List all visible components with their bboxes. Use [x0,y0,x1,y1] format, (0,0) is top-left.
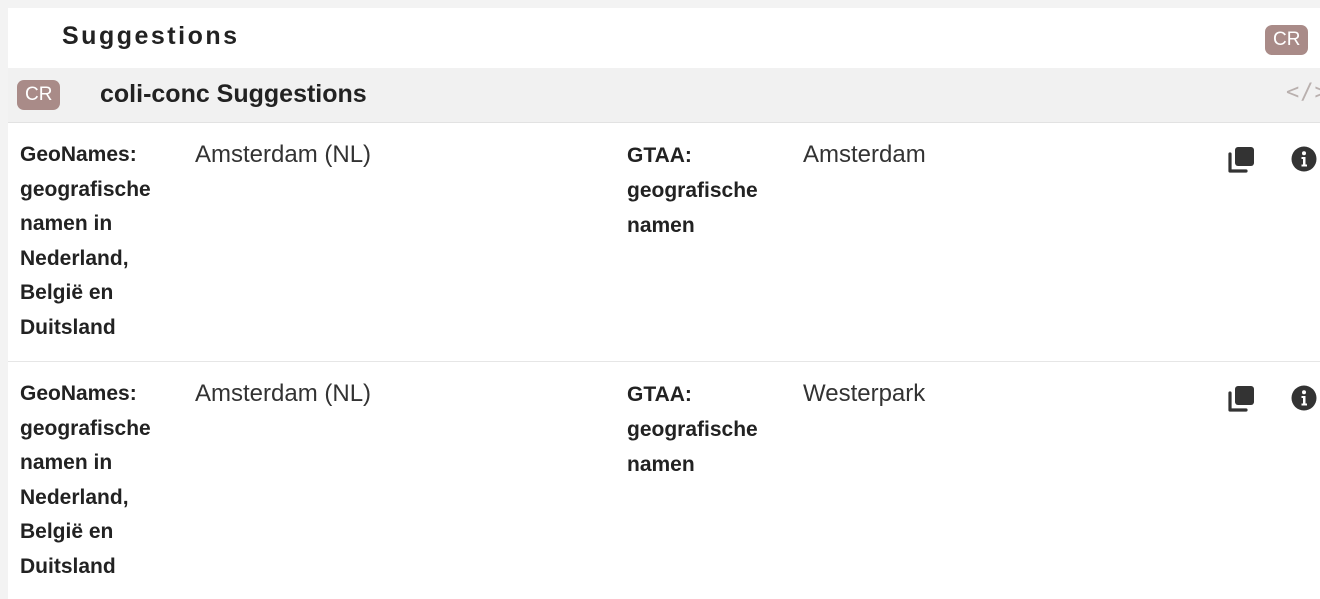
info-icon[interactable] [1291,146,1317,172]
target-concept[interactable]: Westerpark [803,377,925,411]
source-concept[interactable]: Amsterdam (NL) [195,138,371,172]
section-header: CR coli-conc Suggestions </> [8,68,1320,123]
target-scheme: GTAA: geografische namen [627,144,758,237]
target-scheme: GTAA: geografische namen [627,383,758,476]
copy-icon[interactable] [1228,145,1256,173]
source-concept[interactable]: Amsterdam (NL) [195,377,371,411]
code-icon[interactable]: </> [1286,80,1320,105]
section-cr-badge: CR [17,80,61,110]
info-icon[interactable] [1291,385,1317,411]
source-scheme: GeoNames: geografische namen in Nederlan… [20,143,151,339]
cr-badge[interactable]: CR [1265,25,1309,55]
suggestions-panel: Suggestions CR CR coli-conc Suggestions … [8,8,1320,599]
section-title: coli-conc Suggestions [100,80,367,108]
source-scheme: GeoNames: geografische namen in Nederlan… [20,382,151,578]
mapping-row: GeoNames: geografische namen in Nederlan… [8,123,1320,362]
copy-icon[interactable] [1228,384,1256,412]
target-concept[interactable]: Amsterdam [803,138,926,172]
panel-header: Suggestions CR [8,8,1320,68]
mapping-row: GeoNames: geografische namen in Nederlan… [8,362,1320,599]
panel-title: Suggestions [62,22,240,50]
